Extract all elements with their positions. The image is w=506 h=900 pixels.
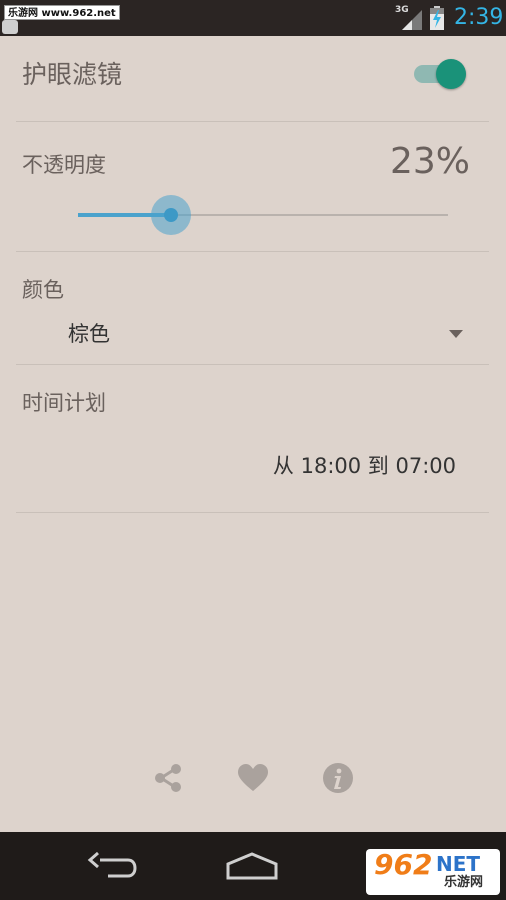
divider bbox=[16, 364, 489, 365]
watermark-name: 乐游网 bbox=[444, 875, 484, 890]
action-bar bbox=[0, 756, 506, 800]
filter-title: 护眼滤镜 bbox=[22, 60, 123, 89]
color-dropdown[interactable]: 棕色 bbox=[16, 316, 489, 356]
status-bar: 乐游网 www.962.net 3G 2:39 bbox=[0, 0, 506, 36]
schedule-range[interactable]: 从 18:00 到 07:00 bbox=[273, 452, 456, 480]
info-icon[interactable] bbox=[322, 762, 354, 794]
dropdown-arrow-icon bbox=[449, 330, 463, 338]
heart-icon[interactable] bbox=[237, 762, 269, 794]
share-icon[interactable] bbox=[152, 762, 184, 794]
site-watermark-logo: 962 NET 乐游网 bbox=[366, 849, 500, 895]
divider bbox=[16, 251, 489, 252]
opacity-value: 23% bbox=[389, 141, 470, 182]
color-label: 颜色 bbox=[22, 278, 64, 302]
opacity-label: 不透明度 bbox=[22, 153, 106, 177]
home-icon[interactable] bbox=[222, 848, 282, 884]
back-icon[interactable] bbox=[82, 848, 142, 884]
watermark-number: 962 bbox=[374, 849, 433, 881]
filter-toggle[interactable] bbox=[412, 58, 468, 90]
color-selected-value: 棕色 bbox=[68, 322, 110, 346]
watermark-suffix: NET bbox=[436, 852, 481, 876]
app-notification-icon bbox=[2, 20, 18, 34]
battery-charging-icon bbox=[430, 6, 444, 30]
status-clock: 2:39 bbox=[454, 5, 504, 30]
signal-icon bbox=[402, 10, 422, 30]
schedule-label: 时间计划 bbox=[22, 391, 106, 415]
divider bbox=[16, 512, 489, 513]
toggle-thumb bbox=[436, 59, 466, 89]
slider-thumb[interactable] bbox=[164, 208, 178, 222]
opacity-slider[interactable] bbox=[78, 195, 448, 235]
divider bbox=[16, 121, 489, 122]
watermark-label: 乐游网 www.962.net bbox=[4, 5, 120, 20]
